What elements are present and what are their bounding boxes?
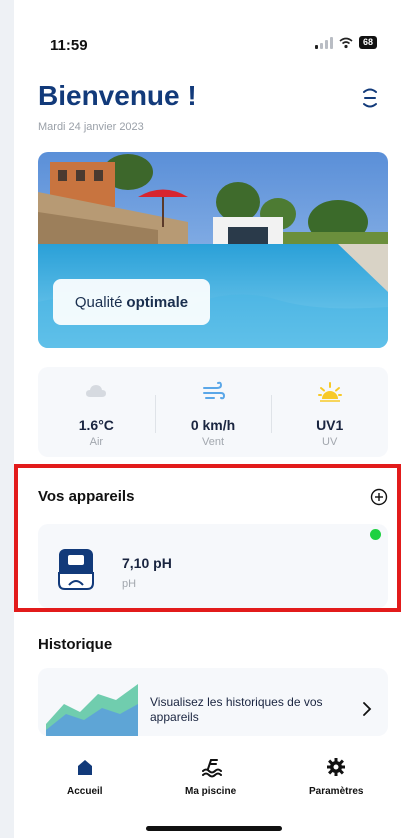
quality-badge: Qualité optimale bbox=[53, 279, 210, 325]
weather-value: 0 km/h bbox=[190, 417, 236, 433]
history-card[interactable]: Visualisez les historiques de vos appare… bbox=[38, 668, 388, 736]
nav-item-parametres[interactable]: Paramètres bbox=[309, 756, 363, 797]
add-device-icon[interactable] bbox=[370, 488, 388, 506]
quality-value: optimale bbox=[126, 293, 189, 311]
weather-label: Vent bbox=[201, 436, 225, 448]
background-strip bbox=[0, 0, 14, 838]
status-time: 11:59 bbox=[50, 37, 88, 54]
weather-label: Air bbox=[89, 436, 104, 448]
current-date: Mardi 24 janvier 2023 bbox=[38, 121, 144, 133]
nav-label: Accueil bbox=[67, 786, 103, 797]
bottom-nav: Accueil Ma piscine Paramètres bbox=[14, 736, 401, 806]
weather-uv: UV1 UV bbox=[271, 367, 388, 457]
device-value: 7,10 pH bbox=[122, 555, 172, 571]
weather-wind: 0 km/h Vent bbox=[154, 367, 272, 457]
settings-icon bbox=[327, 758, 346, 776]
sun-icon bbox=[317, 382, 342, 402]
menu-icon[interactable] bbox=[360, 86, 380, 110]
signal-icon bbox=[315, 36, 333, 49]
history-graph-illustration bbox=[46, 684, 138, 736]
nav-label: Paramètres bbox=[309, 786, 364, 797]
nav-item-accueil[interactable]: Accueil bbox=[67, 756, 103, 797]
wifi-icon bbox=[339, 37, 353, 48]
nav-label: Ma piscine bbox=[185, 786, 237, 797]
history-description: Visualisez les historiques de vos appare… bbox=[150, 695, 323, 724]
weather-value: UV1 bbox=[316, 417, 344, 433]
page-title: Bienvenue ! bbox=[38, 80, 197, 111]
wind-icon bbox=[203, 381, 225, 400]
battery-indicator: 68 bbox=[359, 36, 378, 49]
device-card[interactable]: 7,10 pH pH bbox=[38, 524, 388, 608]
device-unit: pH bbox=[122, 578, 137, 590]
status-icons: 68 bbox=[315, 36, 378, 49]
pool-icon bbox=[201, 759, 222, 778]
quality-label: Qualité bbox=[74, 293, 123, 311]
device-status-dot bbox=[370, 529, 381, 540]
home-icon bbox=[77, 760, 92, 775]
chevron-right-icon[interactable] bbox=[362, 702, 372, 716]
pool-photo: Qualité optimale bbox=[38, 152, 388, 348]
home-indicator bbox=[146, 826, 282, 831]
weather-value: 1.6°C bbox=[78, 417, 114, 433]
history-section-title: Historique bbox=[38, 636, 113, 653]
cloud-icon bbox=[86, 385, 107, 397]
devices-section-title: Vos appareils bbox=[38, 488, 135, 505]
nav-item-ma-piscine[interactable]: Ma piscine bbox=[185, 756, 236, 797]
weather-panel: 1.6°C Air 0 km/h Vent UV1 UV bbox=[38, 367, 388, 457]
weather-air: 1.6°C Air bbox=[38, 367, 155, 457]
ph-sensor-icon bbox=[58, 549, 94, 590]
weather-label: UV bbox=[322, 436, 338, 448]
